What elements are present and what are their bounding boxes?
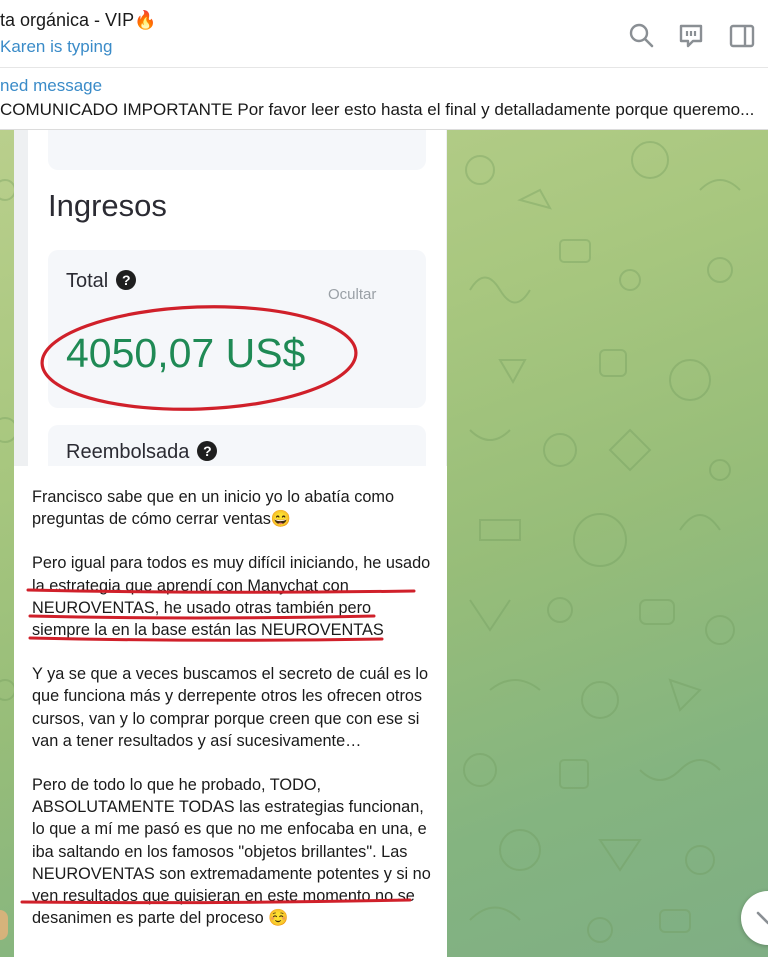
avatar-edge bbox=[0, 910, 8, 940]
help-icon: ? bbox=[197, 441, 218, 461]
search-icon[interactable] bbox=[628, 22, 656, 50]
red-underline-annotations bbox=[20, 588, 416, 905]
scroll-down-button[interactable] bbox=[741, 891, 768, 945]
pinned-text: COMUNICADO IMPORTANTE Por favor leer est… bbox=[0, 100, 755, 119]
chat-title[interactable]: ta orgánica - VIP🔥 bbox=[0, 10, 156, 31]
message-bubble[interactable]: Francisco sabe que en un inicio yo lo ab… bbox=[14, 466, 447, 957]
chevron-down-icon bbox=[756, 911, 768, 925]
attached-screenshot[interactable]: Ingresos Total? Ocultar 4050,07 US$ Reem… bbox=[14, 130, 447, 466]
refunded-panel: Reembolsada? bbox=[48, 425, 426, 466]
sidebar-toggle-icon[interactable] bbox=[728, 22, 756, 50]
pinned-message-bar[interactable]: ned message COMUNICADO IMPORTANTE Por fa… bbox=[0, 68, 768, 130]
typing-status: Karen is typing bbox=[0, 37, 113, 56]
red-circle-annotation bbox=[40, 305, 358, 411]
refunded-label: Reembolsada? bbox=[66, 441, 218, 464]
refunded-label-text: Reembolsada bbox=[66, 441, 190, 463]
chat-header: ta orgánica - VIP🔥 Karen is typing bbox=[0, 0, 768, 68]
comments-icon[interactable] bbox=[677, 22, 705, 50]
pinned-label: ned message bbox=[0, 76, 103, 95]
